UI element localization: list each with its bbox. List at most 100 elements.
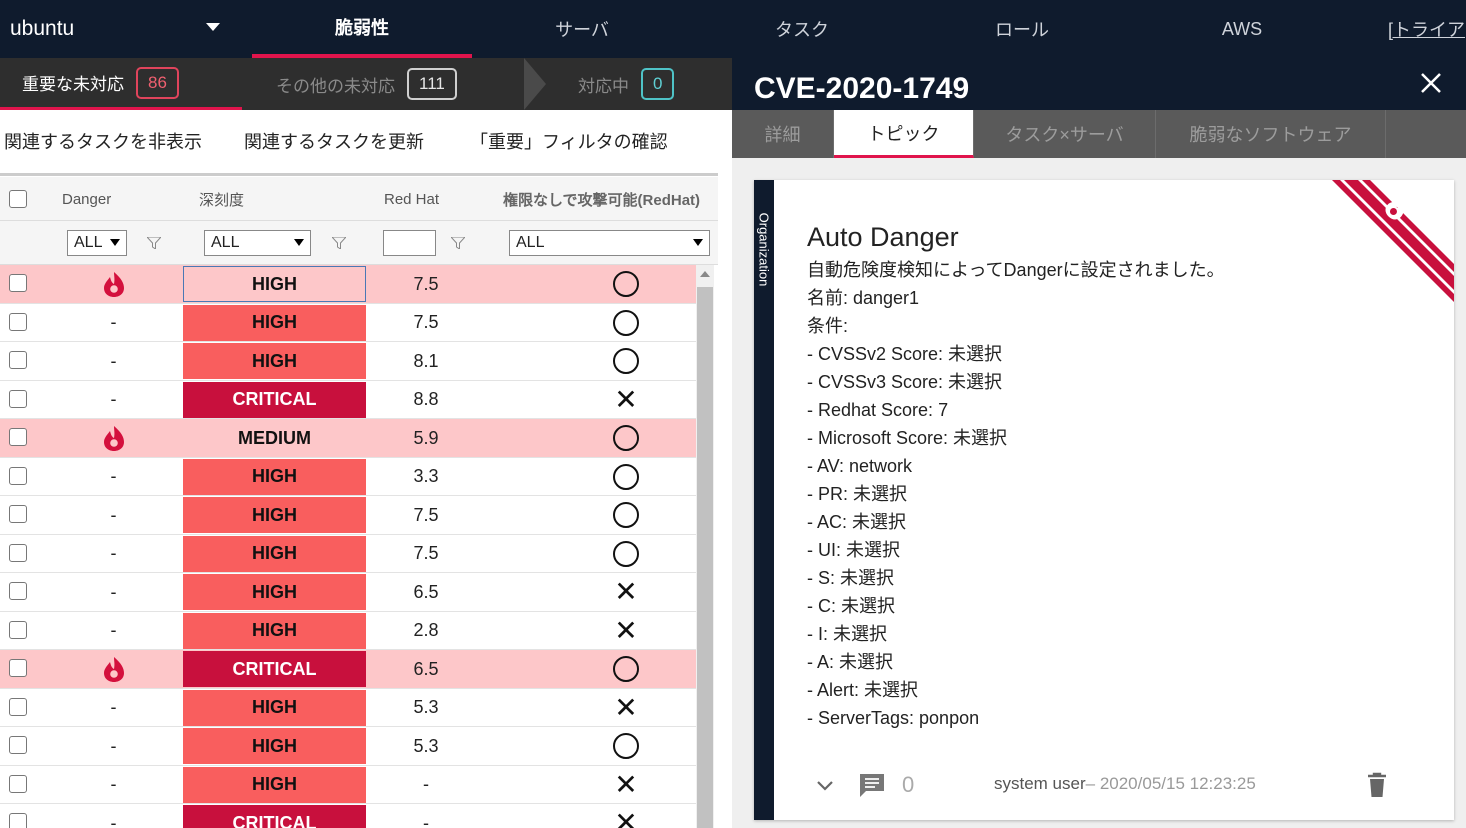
count-badge: 86 bbox=[136, 66, 179, 99]
table-row[interactable]: - HIGH 3.3 bbox=[0, 457, 696, 496]
scrollbar-thumb[interactable] bbox=[697, 287, 713, 828]
flame-icon bbox=[103, 272, 124, 297]
danger-cell bbox=[44, 265, 183, 303]
topic-line: - PR: 未選択 bbox=[807, 484, 908, 504]
scroll-up-icon[interactable] bbox=[700, 271, 710, 277]
row-checkbox[interactable] bbox=[9, 813, 27, 828]
filter-icon[interactable] bbox=[451, 237, 465, 249]
redhat-score-cell: 5.9 bbox=[413, 427, 439, 448]
table-row[interactable]: - HIGH 5.3 bbox=[0, 727, 696, 766]
column-header-danger[interactable]: Danger bbox=[62, 177, 111, 221]
topic-line: - A: 未選択 bbox=[807, 652, 894, 672]
row-checkbox[interactable] bbox=[9, 312, 27, 331]
tab-arrow-divider bbox=[524, 58, 546, 110]
row-checkbox[interactable] bbox=[9, 659, 27, 677]
topic-line: - S: 未選択 bbox=[807, 568, 895, 588]
danger-value: - bbox=[110, 620, 117, 640]
flame-icon bbox=[103, 657, 124, 682]
noauth-yes-icon bbox=[613, 540, 639, 567]
row-checkbox[interactable] bbox=[9, 351, 27, 369]
status-tab-label: 重要な未対応 bbox=[22, 75, 124, 94]
noauth-filter-select[interactable]: ALL bbox=[509, 230, 710, 256]
tab-details[interactable]: 詳細 bbox=[732, 110, 834, 158]
table-row[interactable]: MEDIUM 5.9 bbox=[0, 419, 696, 458]
filter-icon[interactable] bbox=[332, 237, 346, 249]
danger-cell: - bbox=[44, 612, 183, 650]
danger-filter-select[interactable]: ALL bbox=[67, 230, 127, 256]
chevron-down-icon[interactable] bbox=[816, 780, 834, 792]
row-checkbox[interactable] bbox=[9, 466, 27, 485]
tab-task-server[interactable]: タスク×サーバ bbox=[974, 110, 1156, 158]
column-header-redhat[interactable]: Red Hat bbox=[384, 177, 439, 221]
column-header-severity[interactable]: 深刻度 bbox=[199, 177, 244, 221]
host-selector[interactable]: ubuntu bbox=[0, 0, 252, 58]
topic-line: - Redhat Score: 7 bbox=[807, 400, 949, 420]
close-icon[interactable] bbox=[1420, 72, 1442, 94]
table-row[interactable]: - HIGH 5.3 ✕ bbox=[0, 688, 696, 727]
nav-tab-servers[interactable]: サーバ bbox=[472, 0, 692, 58]
filter-icon[interactable] bbox=[147, 237, 161, 249]
filter-row: ALL ALL ALL bbox=[0, 221, 718, 265]
row-checkbox[interactable] bbox=[9, 774, 27, 793]
cve-title: CVE-2020-1749 bbox=[754, 72, 970, 105]
nav-trial-link[interactable]: [トライア bbox=[1380, 0, 1466, 58]
tab-vulnerable-software[interactable]: 脆弱なソフトウェア bbox=[1156, 110, 1386, 158]
row-checkbox[interactable] bbox=[9, 274, 27, 292]
nav-tab-roles[interactable]: ロール bbox=[912, 0, 1132, 58]
table-row[interactable]: - HIGH 8.1 bbox=[0, 342, 696, 381]
table-row[interactable]: CRITICAL 6.5 bbox=[0, 650, 696, 689]
row-checkbox[interactable] bbox=[9, 620, 27, 639]
table-row[interactable]: - CRITICAL 8.8 ✕ bbox=[0, 380, 696, 419]
table-row[interactable]: - HIGH 7.5 bbox=[0, 303, 696, 342]
row-checkbox[interactable] bbox=[9, 389, 27, 408]
noauth-no-icon: ✕ bbox=[614, 576, 638, 607]
tab-topics[interactable]: トピック bbox=[834, 110, 974, 158]
trash-icon[interactable] bbox=[1366, 772, 1388, 798]
ribbon-graphic bbox=[1332, 180, 1454, 302]
topic-card: Organization Auto Danger 自動危険度検知によってDang… bbox=[754, 180, 1454, 820]
topic-line: - ServerTags: ponpon bbox=[807, 708, 980, 728]
table-row[interactable]: HIGH 7.5 bbox=[0, 265, 696, 304]
table-row[interactable]: - HIGH 6.5 ✕ bbox=[0, 573, 696, 612]
table-row[interactable]: - HIGH 2.8 ✕ bbox=[0, 611, 696, 650]
row-checkbox[interactable] bbox=[9, 505, 27, 523]
row-checkbox[interactable] bbox=[9, 697, 27, 716]
table-row[interactable]: - HIGH 7.5 bbox=[0, 534, 696, 573]
row-checkbox[interactable] bbox=[9, 582, 27, 600]
redhat-score-cell: - bbox=[423, 774, 429, 794]
table-header: Danger 深刻度 Red Hat 権限なしで攻撃可能(RedHat) bbox=[0, 177, 718, 221]
update-related-tasks-link[interactable]: 関連するタスクを更新 bbox=[244, 128, 424, 154]
check-important-filter-link[interactable]: 「重要」フィルタの確認 bbox=[470, 128, 668, 154]
table-row[interactable]: - HIGH 7.5 bbox=[0, 496, 696, 535]
hide-related-tasks-link[interactable]: 関連するタスクを非表示 bbox=[4, 128, 202, 154]
table-row[interactable]: - HIGH - ✕ bbox=[0, 765, 696, 804]
severity-cell: HIGH bbox=[183, 343, 366, 379]
noauth-yes-icon bbox=[613, 309, 639, 336]
top-nav: ubuntu 脆弱性 サーバ タスク ロール AWS [トライア bbox=[0, 0, 1466, 58]
column-header-noauth[interactable]: 権限なしで攻撃可能(RedHat) bbox=[503, 177, 700, 221]
row-checkbox[interactable] bbox=[9, 736, 27, 754]
status-tab-other[interactable]: その他の未対応 111 bbox=[242, 58, 524, 110]
action-bar: 関連するタスクを非表示 関連するタスクを更新 「重要」フィルタの確認 bbox=[0, 110, 718, 176]
status-tab-in-progress[interactable]: 対応中 0 bbox=[546, 58, 732, 110]
author-line: system user– 2020/05/15 12:23:25 bbox=[994, 774, 1256, 794]
status-tab-important[interactable]: 重要な未対応 86 bbox=[0, 58, 242, 110]
caret-down-icon bbox=[206, 23, 220, 31]
redhat-score-cell: 7.5 bbox=[413, 504, 439, 525]
nav-tab-tasks[interactable]: タスク bbox=[692, 0, 912, 58]
noauth-cell bbox=[556, 419, 696, 457]
comment-icon[interactable] bbox=[858, 772, 886, 798]
redhat-filter-input[interactable] bbox=[383, 230, 436, 256]
table-body: HIGH 7.5 - HIGH 7.5 - HIGH 8.1 - CRITICAL 8.8 ✕ MEDI… bbox=[0, 265, 696, 828]
noauth-cell bbox=[556, 727, 696, 765]
nav-tab-aws[interactable]: AWS bbox=[1132, 0, 1352, 58]
table-scrollbar[interactable] bbox=[696, 265, 714, 828]
row-checkbox[interactable] bbox=[9, 428, 27, 446]
nav-tab-vulnerabilities[interactable]: 脆弱性 bbox=[252, 0, 472, 58]
row-checkbox[interactable] bbox=[9, 543, 27, 562]
severity-filter-select[interactable]: ALL bbox=[204, 230, 311, 256]
select-all-checkbox[interactable] bbox=[9, 190, 27, 208]
danger-cell: - bbox=[44, 342, 183, 380]
table-row[interactable]: - CRITICAL - ✕ bbox=[0, 804, 696, 828]
topic-body: 自動危険度検知によってDangerに設定されました。 名前: danger1 条件:… bbox=[807, 256, 1225, 732]
